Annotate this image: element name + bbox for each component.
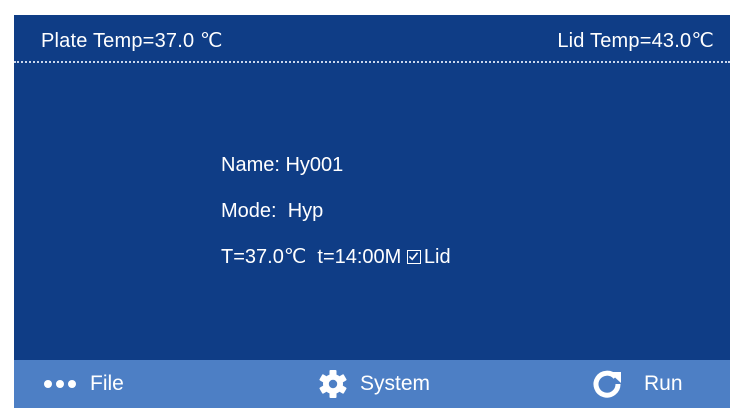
file-button[interactable]: File — [44, 360, 124, 408]
system-button-label: System — [360, 372, 431, 395]
device-screen: Plate Temp=37.0 ℃ Lid Temp=43.0℃ Name: H… — [14, 15, 730, 408]
program-info: Name: Hy001 Mode: Hyp T=37.0℃ t=14:00M L… — [221, 153, 451, 291]
program-params: T=37.0℃ t=14:00M Lid — [221, 245, 451, 291]
plate-temp-readout: Plate Temp=37.0 ℃ — [41, 30, 223, 52]
program-name: Name: Hy001 — [221, 154, 344, 176]
lid-checkbox[interactable] — [406, 250, 421, 264]
lid-checkbox-label: Lid — [423, 246, 451, 268]
run-button[interactable]: Run — [592, 360, 683, 408]
gear-icon — [319, 370, 347, 398]
temp-time-params: T=37.0℃ t=14:00M — [221, 246, 407, 268]
checkmark-icon — [408, 252, 419, 261]
file-button-label: File — [90, 372, 124, 395]
system-button[interactable]: System — [318, 360, 430, 408]
status-bar: Plate Temp=37.0 ℃ Lid Temp=43.0℃ — [14, 15, 730, 63]
more-dots-icon — [44, 380, 76, 388]
run-button-label: Run — [644, 372, 683, 395]
refresh-icon — [593, 370, 621, 398]
lid-temp-readout: Lid Temp=43.0℃ — [557, 30, 714, 52]
bottom-toolbar: File System Run — [14, 360, 730, 408]
program-mode: Mode: Hyp — [221, 200, 324, 222]
